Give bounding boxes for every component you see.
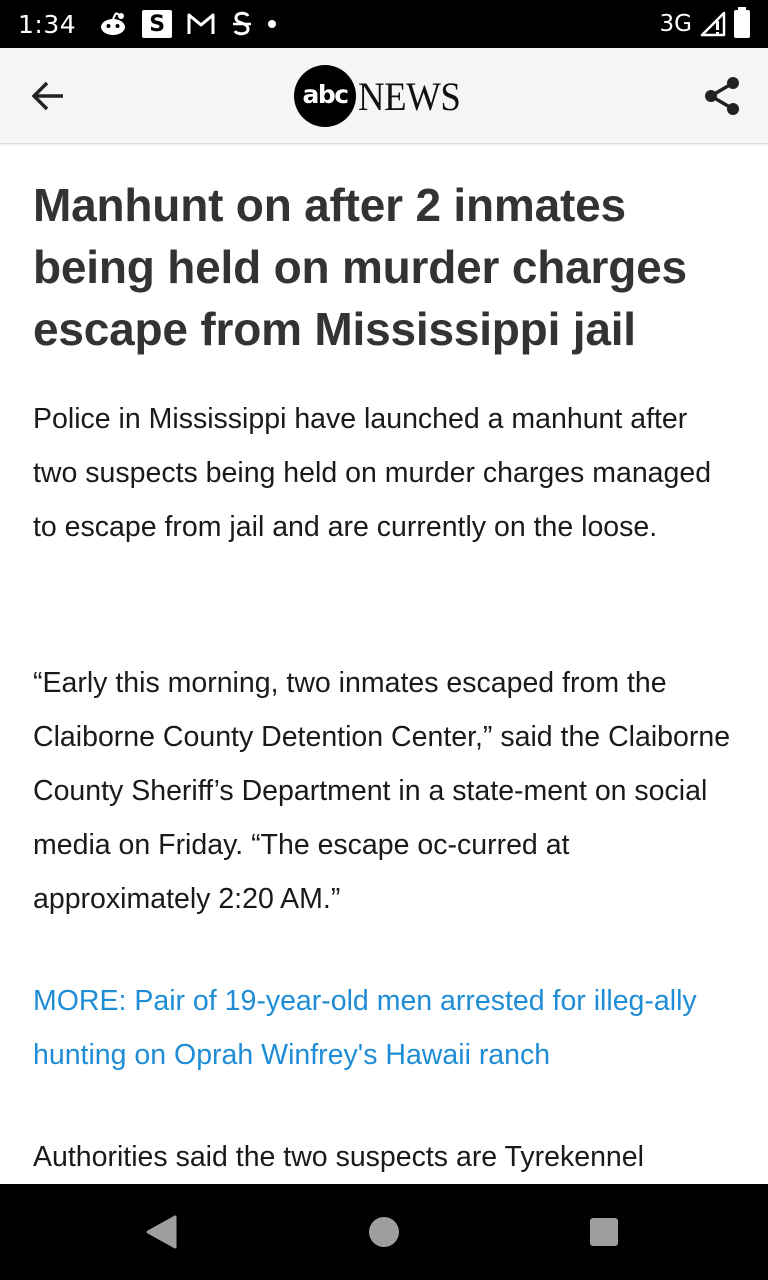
nav-home-button[interactable]	[336, 1184, 432, 1280]
back-button[interactable]	[22, 72, 74, 120]
article-headline: Manhunt on after 2 inmates being held on…	[33, 179, 687, 355]
abc-news-logo: abc NEWS	[294, 64, 469, 128]
battery-icon	[734, 7, 750, 38]
more-related-link[interactable]: MORE: Pair of 19-year-old men arrested f…	[33, 974, 738, 1082]
abc-logo-circle: abc	[294, 65, 356, 127]
arrow-back-icon	[31, 81, 63, 111]
notification-dot-icon	[268, 20, 277, 28]
recents-square-icon	[590, 1218, 618, 1246]
share-button[interactable]	[698, 72, 746, 120]
logo-abc-text: abc	[302, 80, 349, 109]
home-circle-icon	[369, 1217, 399, 1247]
reddit-icon	[98, 11, 128, 37]
article-paragraph: Police in Mississippi have launched a ma…	[33, 403, 712, 543]
system-nav-bar	[0, 1184, 768, 1280]
logo-news-text: NEWS	[358, 73, 461, 119]
app-bar: abc NEWS	[0, 48, 768, 144]
status-time: 1:34	[18, 9, 77, 39]
share-icon	[705, 77, 739, 115]
signal-icon	[700, 11, 726, 37]
status-bar: 1:34 S 3G	[0, 0, 768, 48]
article-content[interactable]: Manhunt on after 2 inmates being held on…	[0, 144, 768, 1184]
mint-icon	[230, 10, 254, 38]
back-triangle-icon	[146, 1215, 177, 1249]
nav-recents-button[interactable]	[556, 1184, 652, 1280]
nav-back-button[interactable]	[113, 1184, 209, 1280]
article-paragraph: “Early this morning, two inmates escaped…	[33, 667, 731, 915]
s-app-icon: S	[142, 10, 173, 38]
status-right: 3G	[659, 7, 750, 38]
gmail-icon	[186, 12, 216, 36]
article-paragraph: Authorities said the two suspects are Ty…	[33, 1141, 644, 1173]
network-type: 3G	[659, 11, 692, 37]
notification-icons: S	[98, 10, 277, 38]
